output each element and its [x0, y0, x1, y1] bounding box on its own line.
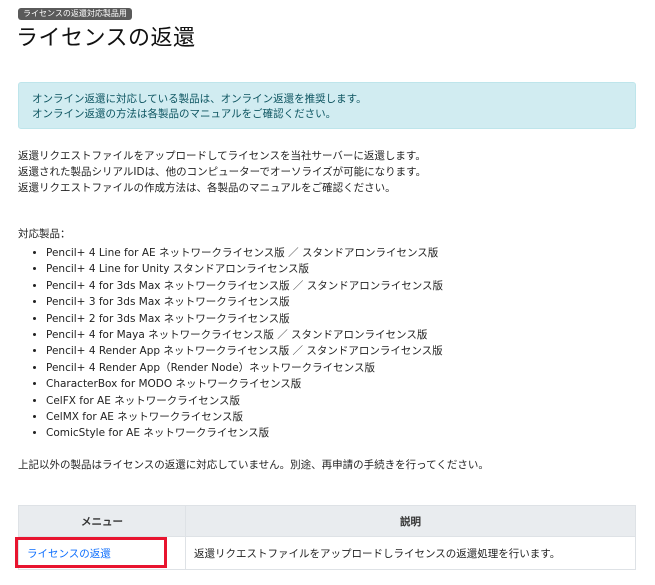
product-item: Pencil+ 4 for 3ds Max ネットワークライセンス版 ／ スタン…: [46, 278, 443, 294]
product-item: Pencil+ 3 for 3ds Max ネットワークライセンス版: [46, 294, 443, 310]
product-item: CelFX for AE ネットワークライセンス版: [46, 393, 443, 409]
unsupported-note: 上記以外の製品はライセンスの返還に対応していません。別途、再申請の手続きを行って…: [18, 459, 489, 471]
product-item: CelMX for AE ネットワークライセンス版: [46, 409, 443, 425]
menu-column-header: メニュー: [18, 505, 186, 537]
table-header-row: メニュー 説明: [18, 505, 636, 537]
intro-line: 返還リクエストファイルをアップロードしてライセンスを当社サーバーに返還します。: [18, 150, 426, 162]
product-item: ComicStyle for AE ネットワークライセンス版: [46, 425, 443, 441]
page-title: ライセンスの返還: [16, 26, 196, 51]
product-item: Pencil+ 4 Line for AE ネットワークライセンス版 ／ スタン…: [46, 245, 443, 261]
product-item: Pencil+ 2 for 3ds Max ネットワークライセンス版: [46, 311, 443, 327]
page: ライセンスの返還対応製品用 ライセンスの返還 オンライン返還に対応している製品は…: [0, 0, 655, 585]
description-column-header: 説明: [185, 505, 636, 537]
product-item: Pencil+ 4 Render App（Render Node）ネットワークラ…: [46, 360, 443, 376]
alert-line: オンライン返還に対応している製品は、オンライン返還を推奨します。: [32, 93, 367, 105]
info-alert: オンライン返還に対応している製品は、オンライン返還を推奨します。 オンライン返還…: [18, 82, 636, 129]
table-row: ライセンスの返還 返還リクエストファイルをアップロードしライセンスの返還処理を行…: [18, 536, 636, 570]
product-list: Pencil+ 4 Line for AE ネットワークライセンス版 ／ スタン…: [18, 245, 443, 442]
intro-line: 返還リクエストファイルの作成方法は、各製品のマニュアルをご確認ください。: [18, 182, 396, 194]
menu-table: メニュー 説明 ライセンスの返還 返還リクエストファイルをアップロードしライセン…: [18, 505, 636, 570]
product-item: Pencil+ 4 Line for Unity スタンドアロンライセンス版: [46, 261, 443, 277]
intro-line: 返還された製品シリアルIDは、他のコンピューターでオーソライズが可能になります。: [18, 166, 427, 178]
product-item: Pencil+ 4 for Maya ネットワークライセンス版 ／ スタンドアロ…: [46, 327, 443, 343]
products-label: 対応製品：: [18, 228, 71, 240]
intro-text: 返還リクエストファイルをアップロードしてライセンスを当社サーバーに返還します。 …: [18, 148, 426, 196]
description-cell: 返還リクエストファイルをアップロードしライセンスの返還処理を行います。: [185, 536, 636, 570]
alert-line: オンライン返還の方法は各製品のマニュアルをご確認ください。: [32, 108, 337, 120]
product-item: Pencil+ 4 Render App ネットワークライセンス版 ／ スタンド…: [46, 343, 443, 359]
menu-cell: ライセンスの返還: [18, 536, 186, 570]
page-badge: ライセンスの返還対応製品用: [18, 8, 132, 20]
license-return-link[interactable]: ライセンスの返還: [27, 548, 111, 560]
product-item: CharacterBox for MODO ネットワークライセンス版: [46, 376, 443, 392]
